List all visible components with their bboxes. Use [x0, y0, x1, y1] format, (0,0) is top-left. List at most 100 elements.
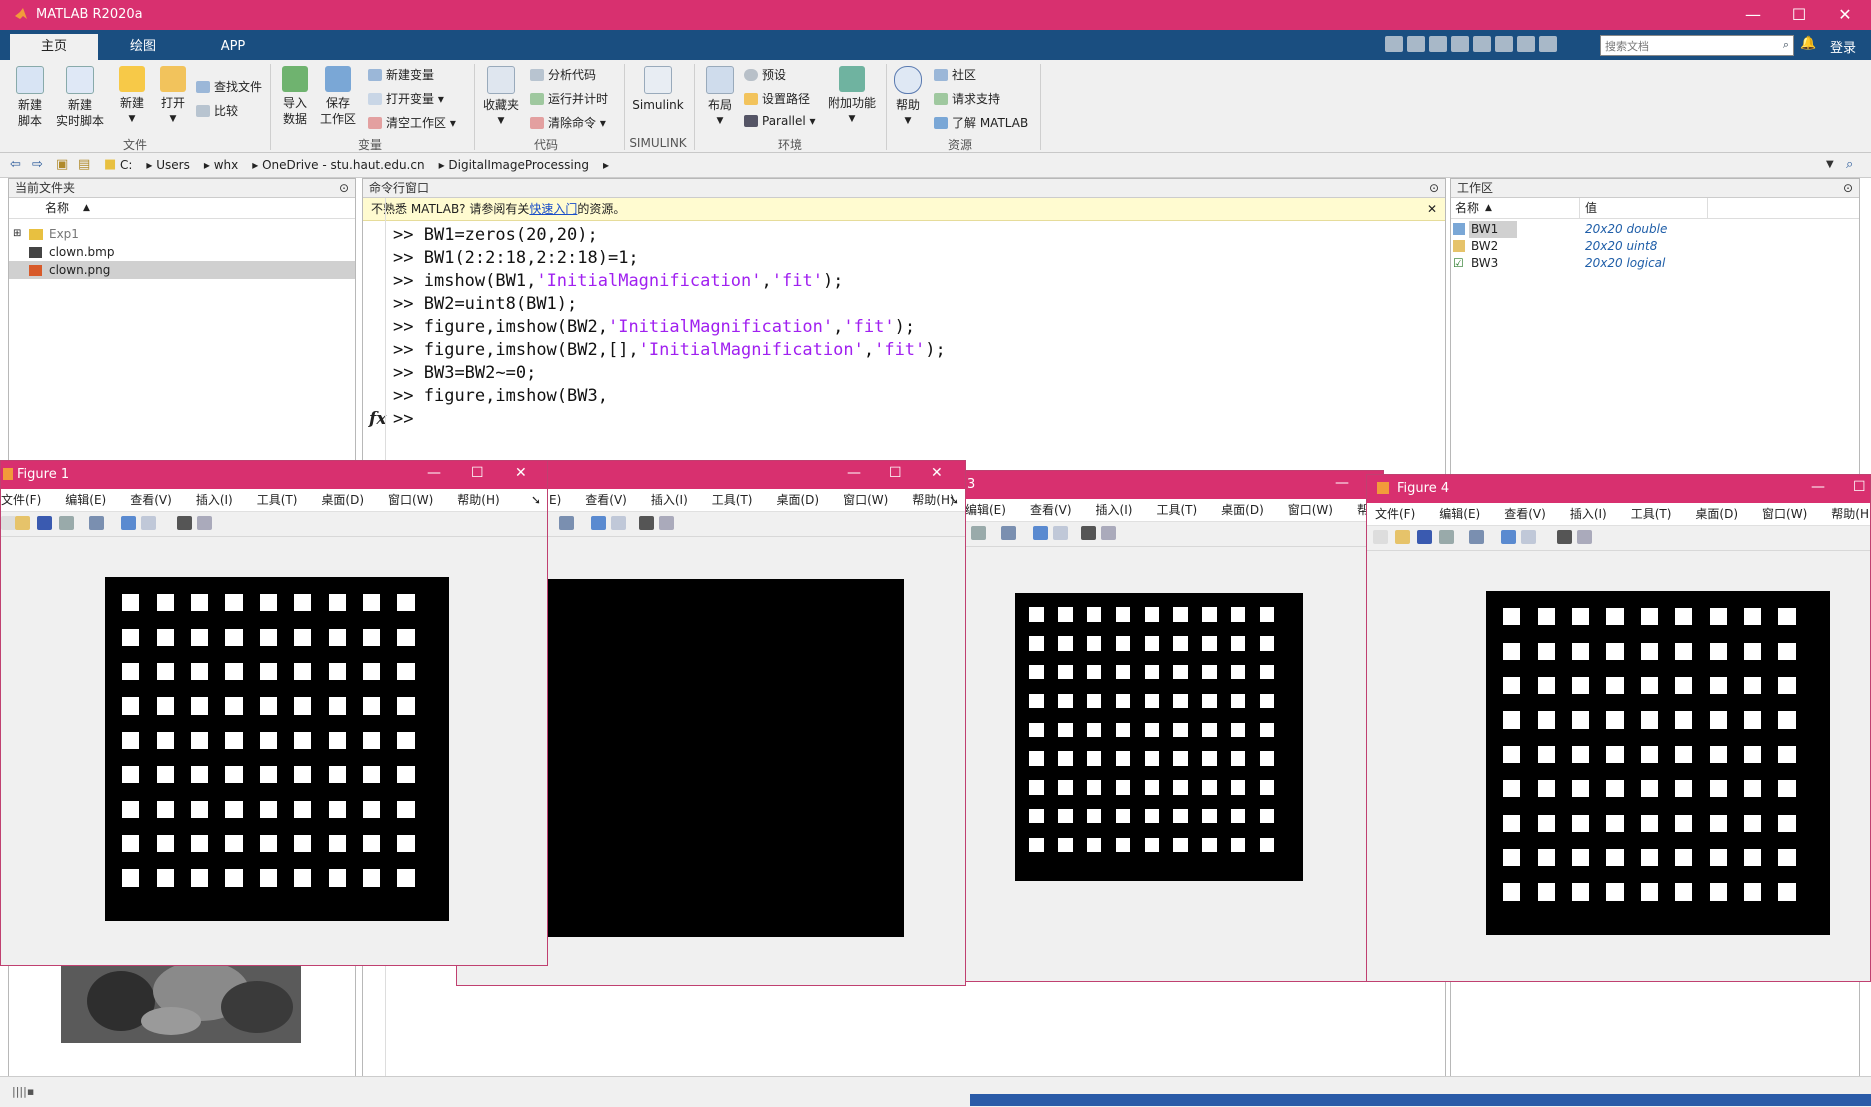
new-button[interactable]: 新建 ▼: [114, 66, 150, 127]
breadcrumb-item[interactable]: C:: [120, 158, 132, 172]
figure-title-bar[interactable]: Figure 1 — ☐ ✕: [1, 461, 547, 489]
menu-window[interactable]: 窗口(W): [843, 489, 888, 511]
search-documentation-input[interactable]: 搜索文档 ⌕: [1600, 35, 1794, 56]
list-item-selected[interactable]: clown.png: [9, 261, 355, 279]
menu-help[interactable]: 帮助(H): [457, 489, 499, 511]
paste-icon[interactable]: [1451, 36, 1469, 52]
menu-desktop[interactable]: 桌面(D): [1695, 503, 1738, 525]
menu-view[interactable]: 查看(V): [130, 489, 172, 511]
minimize-button[interactable]: —: [847, 465, 861, 481]
new-script-button[interactable]: 新建 脚本: [12, 66, 48, 129]
new-figure-icon[interactable]: [1, 516, 16, 530]
table-row[interactable]: BW1 20x20 double: [1451, 221, 1859, 238]
menu-edit[interactable]: 编辑(E): [965, 499, 1006, 521]
new-figure-icon[interactable]: [1373, 530, 1388, 544]
address-dropdown-icon[interactable]: ▼: [1826, 159, 1834, 170]
find-files-button[interactable]: 查找文件: [196, 78, 262, 95]
menu-file[interactable]: 文件(F): [1, 489, 41, 511]
legend-icon[interactable]: [1053, 526, 1068, 540]
legend-icon[interactable]: [141, 516, 156, 530]
search-icon[interactable]: ⌕: [1783, 38, 1789, 52]
property-editor-icon[interactable]: [659, 516, 674, 530]
name-column-header[interactable]: 名称 ▲: [9, 198, 355, 219]
search-icon[interactable]: ⌕: [1846, 157, 1853, 172]
menu-help[interactable]: 帮助(H): [1831, 503, 1870, 525]
menu-insert[interactable]: 插入(I): [1570, 503, 1607, 525]
menu-tools[interactable]: 工具(T): [1631, 503, 1672, 525]
layout-button[interactable]: 布局 ▼: [702, 66, 738, 129]
print-icon[interactable]: [971, 526, 986, 540]
notification-bell-icon[interactable]: 🔔: [1800, 36, 1816, 51]
copy-icon[interactable]: [1429, 36, 1447, 52]
breadcrumb[interactable]: C: ▸ Users ▸ whx ▸ OneDrive - stu.haut.edu.…: [120, 158, 609, 172]
up-folder-icon[interactable]: ▣: [56, 157, 68, 172]
fx-icon[interactable]: fx: [369, 409, 386, 429]
image-axes[interactable]: [105, 577, 449, 921]
maximize-button[interactable]: ☐: [1853, 479, 1866, 495]
list-item[interactable]: ⊞ Exp1: [9, 225, 355, 243]
undo-icon[interactable]: [1473, 36, 1491, 52]
minimize-button[interactable]: —: [1811, 479, 1825, 495]
colorbar-icon[interactable]: [1501, 530, 1516, 544]
panel-menu-icon[interactable]: ⊙: [1429, 179, 1439, 197]
menu-desktop[interactable]: 桌面(D): [776, 489, 819, 511]
breadcrumb-item[interactable]: DigitalImageProcessing: [448, 158, 589, 172]
back-arrow-icon[interactable]: ⇦: [10, 157, 21, 172]
panel-menu-icon[interactable]: ⊙: [1843, 179, 1853, 197]
menu-edit[interactable]: 编辑(E): [1439, 503, 1480, 525]
menu-edit[interactable]: E): [549, 489, 561, 511]
expand-icon[interactable]: ⊞: [13, 225, 21, 243]
preferences-button[interactable]: 预设: [744, 66, 786, 83]
list-item[interactable]: clown.bmp: [9, 243, 355, 261]
open-variable-button[interactable]: 打开变量 ▾: [368, 90, 444, 107]
menu-window[interactable]: 窗口(W): [1762, 503, 1807, 525]
menu-tools[interactable]: 工具(T): [1156, 499, 1197, 521]
close-notice-icon[interactable]: ✕: [1427, 198, 1437, 220]
menu-insert[interactable]: 插入(I): [1096, 499, 1133, 521]
link-plot-icon[interactable]: [1001, 526, 1016, 540]
favorites-button[interactable]: 收藏夹 ▼: [480, 66, 522, 129]
save-workspace-button[interactable]: 保存 工作区: [316, 66, 360, 127]
print-icon[interactable]: [59, 516, 74, 530]
analyze-code-button[interactable]: 分析代码: [530, 66, 596, 83]
save-icon[interactable]: [1385, 36, 1403, 52]
status-grip-icon[interactable]: ||||▪: [12, 1085, 34, 1098]
learn-matlab-button[interactable]: 了解 MATLAB: [934, 114, 1028, 131]
tab-plots[interactable]: 绘图: [110, 34, 176, 60]
figure-1-window[interactable]: Figure 1 — ☐ ✕ 文件(F) 编辑(E) 查看(V) 插入(I) 工具(T)…: [0, 460, 548, 966]
tab-home[interactable]: 主页: [10, 34, 98, 60]
colorbar-icon[interactable]: [1033, 526, 1048, 540]
legend-icon[interactable]: [1521, 530, 1536, 544]
set-path-button[interactable]: 设置路径: [744, 90, 810, 107]
request-support-button[interactable]: 请求支持: [934, 90, 1000, 107]
save-icon[interactable]: [1417, 530, 1432, 544]
breadcrumb-item[interactable]: Users: [156, 158, 190, 172]
table-row[interactable]: ☑ BW3 20x20 logical: [1451, 255, 1859, 272]
addons-button[interactable]: 附加功能 ▼: [824, 66, 880, 127]
new-variable-button[interactable]: 新建变量: [368, 66, 434, 83]
legend-icon[interactable]: [611, 516, 626, 530]
pointer-icon[interactable]: [1081, 526, 1096, 540]
parallel-button[interactable]: Parallel ▾: [744, 114, 816, 128]
command-prompt-input[interactable]: >>: [393, 409, 413, 429]
property-editor-icon[interactable]: [197, 516, 212, 530]
redo-icon[interactable]: [1495, 36, 1513, 52]
switch-windows-icon[interactable]: [1517, 36, 1535, 52]
command-history[interactable]: >> BW1=zeros(20,20); >> BW1(2:2:18,2:2:1…: [363, 225, 1445, 429]
menu-view[interactable]: 查看(V): [1504, 503, 1546, 525]
menu-window[interactable]: 窗口(W): [1288, 499, 1333, 521]
menu-file[interactable]: 文件(F): [1375, 503, 1415, 525]
image-axes[interactable]: [1486, 591, 1830, 935]
new-live-script-button[interactable]: 新建 实时脚本: [52, 66, 108, 129]
menu-edit[interactable]: 编辑(E): [65, 489, 106, 511]
panel-menu-icon[interactable]: ⊙: [339, 179, 349, 197]
minimize-button[interactable]: —: [1730, 0, 1776, 30]
property-editor-icon[interactable]: [1101, 526, 1116, 540]
browse-folder-icon[interactable]: ▤: [78, 157, 90, 172]
help-button[interactable]: 帮助 ▼: [892, 66, 924, 129]
menu-insert[interactable]: 插入(I): [196, 489, 233, 511]
maximize-button[interactable]: ☐: [1776, 0, 1822, 30]
community-button[interactable]: 社区: [934, 66, 976, 83]
colorbar-icon[interactable]: [591, 516, 606, 530]
breadcrumb-item[interactable]: OneDrive - stu.haut.edu.cn: [262, 158, 424, 172]
